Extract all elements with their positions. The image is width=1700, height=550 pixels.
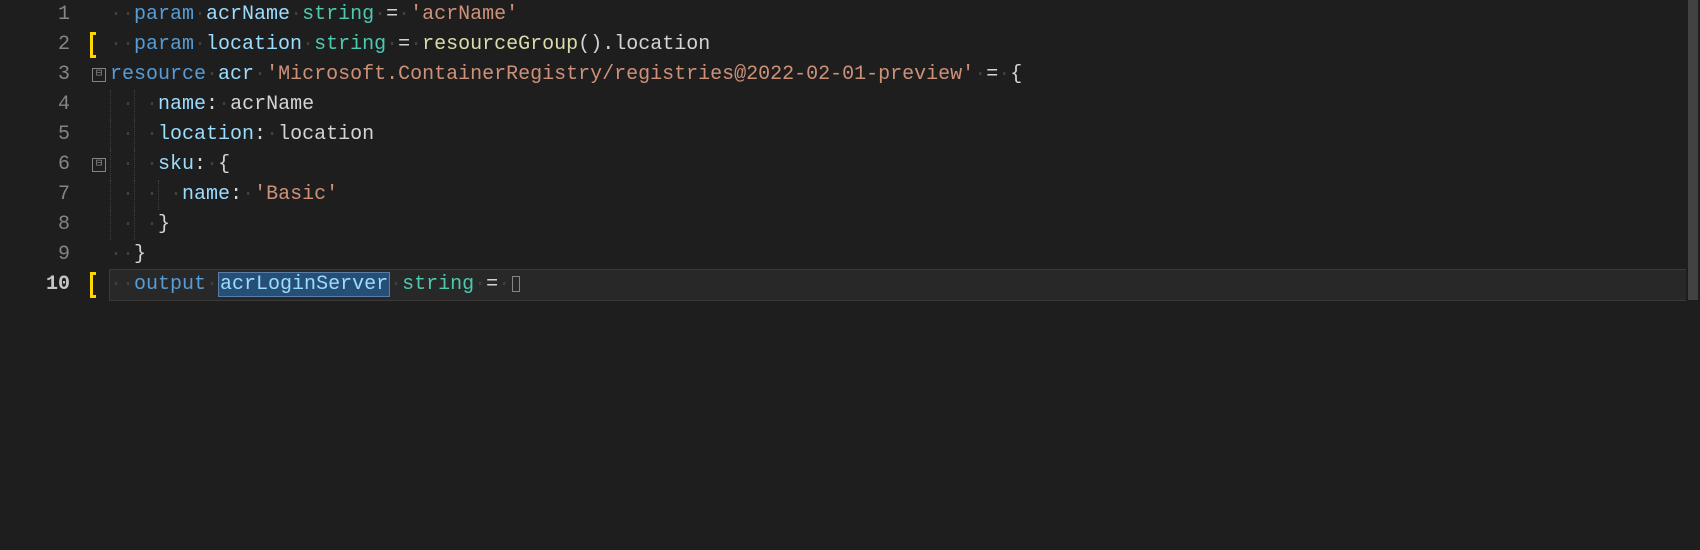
code-area[interactable]: ··param·acrName·string·=·'acrName' ··par… xyxy=(110,0,1700,550)
line-number: 9 xyxy=(0,240,70,270)
brace-open: { xyxy=(218,153,230,176)
function-call: resourceGroup xyxy=(422,33,578,56)
brace-close: } xyxy=(134,243,146,266)
colon: : xyxy=(254,123,266,146)
property-name: sku xyxy=(158,153,194,176)
fold-column: ⊟ ⊟ xyxy=(90,0,110,550)
string-literal: 'Microsoft.ContainerRegistry/registries@… xyxy=(266,63,974,86)
brace-close: } xyxy=(158,213,170,236)
colon: : xyxy=(194,153,206,176)
colon: : xyxy=(206,93,218,116)
line-number: 8 xyxy=(0,210,70,240)
paren-open: ( xyxy=(578,33,590,56)
type-string: string xyxy=(302,3,374,26)
operator-equals: = xyxy=(386,3,398,26)
keyword-param: param xyxy=(134,33,194,56)
keyword-output: output xyxy=(134,273,206,296)
property-name: location xyxy=(158,123,254,146)
operator-equals: = xyxy=(398,33,410,56)
colon: : xyxy=(230,183,242,206)
code-line[interactable]: ··sku:·{ xyxy=(110,150,1700,180)
operator-equals: = xyxy=(486,273,498,296)
code-line[interactable]: ··name:·acrName xyxy=(110,90,1700,120)
property-name: name xyxy=(158,93,206,116)
property-value: location xyxy=(278,123,374,146)
operator-equals: = xyxy=(986,63,998,86)
string-literal: 'acrName' xyxy=(410,3,518,26)
line-number: 4 xyxy=(0,90,70,120)
line-number-active: 10 xyxy=(0,270,70,300)
keyword-resource: resource xyxy=(110,63,206,86)
identifier: location xyxy=(206,33,302,56)
code-line[interactable]: ··location:·location xyxy=(110,120,1700,150)
property-access: location xyxy=(614,33,710,56)
line-number: 5 xyxy=(0,120,70,150)
keyword-param: param xyxy=(134,3,194,26)
string-literal: 'Basic' xyxy=(254,183,338,206)
bracket-pair-indicator xyxy=(90,32,96,58)
scrollbar-thumb[interactable] xyxy=(1688,0,1698,300)
code-line[interactable]: ··param·location·string·=·resourceGroup(… xyxy=(110,30,1700,60)
property-name: name xyxy=(182,183,230,206)
type-string: string xyxy=(402,273,474,296)
code-line[interactable]: ··} xyxy=(110,240,1700,270)
property-value: acrName xyxy=(230,93,314,116)
paren-close: ) xyxy=(590,33,602,56)
line-number: 1 xyxy=(0,0,70,30)
dot-operator: . xyxy=(602,33,614,56)
brace-open: { xyxy=(1010,63,1022,86)
identifier: acrName xyxy=(206,3,290,26)
code-line[interactable]: ··} xyxy=(110,210,1700,240)
code-editor[interactable]: 1 2 3 4 5 6 7 8 9 10 ⊟ ⊟ ··param·acrName… xyxy=(0,0,1700,550)
code-line[interactable]: resource·acr·'Microsoft.ContainerRegistr… xyxy=(110,60,1700,90)
bracket-pair-indicator xyxy=(90,272,96,298)
fold-collapse-icon[interactable]: ⊟ xyxy=(92,68,106,82)
line-number-gutter: 1 2 3 4 5 6 7 8 9 10 xyxy=(0,0,90,550)
identifier: acr xyxy=(218,63,254,86)
vertical-scrollbar[interactable] xyxy=(1686,0,1700,550)
selected-identifier: acrLoginServer xyxy=(218,272,390,297)
text-cursor xyxy=(512,276,520,292)
line-number: 2 xyxy=(0,30,70,60)
line-number: 3 xyxy=(0,60,70,90)
line-number: 7 xyxy=(0,180,70,210)
code-line-current[interactable]: ··output·acrLoginServer·string·=· xyxy=(110,270,1700,300)
code-line[interactable]: ···name:·'Basic' xyxy=(110,180,1700,210)
code-line[interactable]: ··param·acrName·string·=·'acrName' xyxy=(110,0,1700,30)
fold-collapse-icon[interactable]: ⊟ xyxy=(92,158,106,172)
type-string: string xyxy=(314,33,386,56)
line-number: 6 xyxy=(0,150,70,180)
